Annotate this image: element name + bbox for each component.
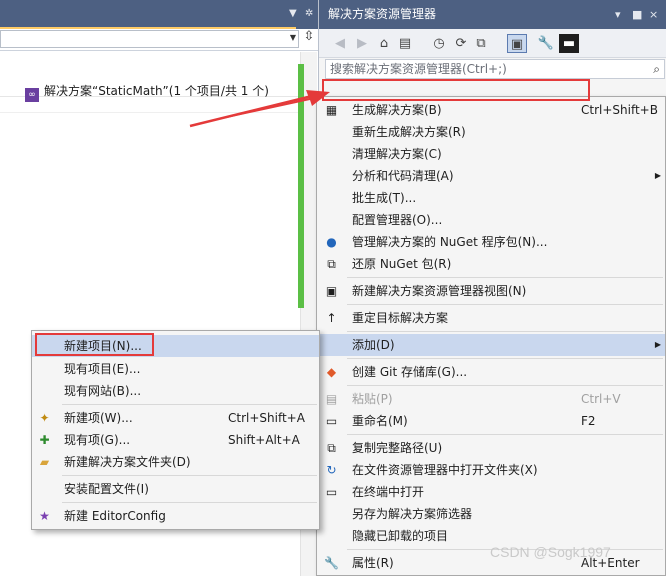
new-view-icon: ▣	[325, 284, 338, 298]
menu-separator	[62, 502, 317, 503]
pending-changes-icon[interactable]: ◷	[429, 34, 449, 53]
menu-item-add[interactable]: 添加(D) ▶	[317, 334, 665, 356]
submenu-item-install-config[interactable]: 安装配置文件(I)	[32, 478, 319, 500]
wrench-icon[interactable]: 🔧	[536, 34, 556, 53]
menu-separator	[347, 434, 663, 435]
menu-separator	[347, 331, 663, 332]
watermark: CSDN @Sogk1997	[490, 544, 611, 560]
submenu-item-existing-website[interactable]: 现有网站(B)...	[32, 380, 319, 402]
annotation-highlight-new-project	[35, 333, 154, 356]
restore-icon: ⧉	[327, 257, 336, 271]
collapse-all-icon[interactable]: ⧉	[471, 34, 491, 53]
folder-icon: ▰	[39, 455, 50, 469]
menu-item-retarget-solution[interactable]: ↑ 重定目标解决方案	[317, 307, 665, 329]
menu-item-new-explorer-view[interactable]: ▣ 新建解决方案资源管理器视图(N)	[317, 280, 665, 302]
new-item-icon: ✦	[39, 411, 50, 425]
show-all-files-icon[interactable]: ▣	[507, 34, 527, 53]
solution-explorer-title: 解决方案资源管理器	[328, 7, 437, 21]
annotation-highlight-solution	[322, 79, 590, 101]
menu-separator	[347, 385, 663, 386]
menu-separator	[62, 475, 317, 476]
editorconfig-icon: ★	[39, 509, 50, 523]
chevron-down-icon: ▼	[289, 33, 296, 42]
menu-item-copy-full-path[interactable]: ⧉ 复制完整路径(U)	[317, 437, 665, 459]
menu-item-paste[interactable]: ▤ 粘贴(P) Ctrl+V	[317, 388, 665, 410]
git-icon: ◆	[326, 365, 337, 379]
wrench-icon: 🔧	[324, 556, 339, 570]
menu-separator	[347, 277, 663, 278]
solution-explorer-toolbar: ◀ ▶ ⌂ ▤ ◷ ⟳ ⧉ ▣ 🔧 ▬	[319, 29, 666, 58]
forward-icon[interactable]: ▶	[352, 34, 372, 53]
solution-root-node[interactable]: ∞ 解决方案“StaticMath”(1 个项目/共 1 个)	[25, 82, 269, 102]
preview-icon[interactable]: ▬	[559, 34, 579, 53]
existing-item-icon: ✚	[39, 433, 50, 447]
menu-item-open-in-terminal[interactable]: ▭ 在终端中打开	[317, 481, 665, 503]
menu-item-clean-solution[interactable]: 清理解决方案(C)	[317, 143, 665, 165]
retarget-icon: ↑	[326, 311, 337, 325]
submenu-item-new-editorconfig[interactable]: ★ 新建 EditorConfig	[32, 505, 319, 527]
menu-item-create-git-repo[interactable]: ◆ 创建 Git 存储库(G)...	[317, 361, 665, 383]
menu-item-open-in-explorer[interactable]: ↻ 在文件资源管理器中打开文件夹(X)	[317, 459, 665, 481]
submenu-item-existing-item[interactable]: ✚ 现有项(G)... Shift+Alt+A	[32, 429, 319, 451]
submenu-arrow-icon: ▶	[654, 340, 661, 349]
change-tracking-bar	[298, 64, 304, 308]
menu-item-batch-build[interactable]: 批生成(T)...	[317, 187, 665, 209]
menu-item-manage-nuget[interactable]: ● 管理解决方案的 NuGet 程序包(N)...	[317, 231, 665, 253]
submenu-item-existing-project[interactable]: 现有项目(E)...	[32, 358, 319, 380]
menu-separator	[347, 358, 663, 359]
home-icon[interactable]: ⌂	[374, 34, 394, 53]
switch-views-icon[interactable]: ▤	[395, 34, 415, 53]
back-icon[interactable]: ◀	[330, 34, 350, 53]
search-icon[interactable]: ⌕	[653, 60, 660, 78]
menu-item-rebuild-solution[interactable]: 重新生成解决方案(R)	[317, 121, 665, 143]
paste-icon: ▤	[325, 392, 338, 406]
submenu-arrow-icon: ▶	[654, 171, 661, 180]
solution-context-menu: ▦ 生成解决方案(B) Ctrl+Shift+B 重新生成解决方案(R) 清理解…	[316, 96, 666, 576]
submenu-item-new-solution-folder[interactable]: ▰ 新建解决方案文件夹(D)	[32, 451, 319, 473]
split-editor-icon[interactable]: ⇳	[300, 29, 318, 51]
refresh-folder-icon: ↻	[326, 463, 337, 477]
solution-explorer-title-bar: 解决方案资源管理器 ▾ ■ ×	[319, 0, 666, 29]
editor-title-bar: ▼ ✲	[0, 0, 318, 29]
menu-item-rename[interactable]: ▭ 重命名(M) F2	[317, 410, 665, 432]
solution-icon: ∞	[25, 88, 39, 102]
menu-item-analyze-cleanup[interactable]: 分析和代码清理(A) ▶	[317, 165, 665, 187]
menu-item-config-manager[interactable]: 配置管理器(O)...	[317, 209, 665, 231]
solution-root-label: 解决方案“StaticMath”(1 个项目/共 1 个)	[44, 84, 269, 98]
pin-icon[interactable]: ■	[632, 0, 642, 29]
sync-icon[interactable]: ⟳	[451, 34, 471, 53]
editor-line	[0, 112, 299, 113]
close-icon[interactable]: ×	[649, 0, 658, 29]
add-submenu: 新建项目(N)... 现有项目(E)... 现有网站(B)... ✦ 新建项(W…	[31, 330, 320, 530]
gear-icon[interactable]: ✲	[305, 8, 313, 19]
dropdown-arrow-icon[interactable]: ▼	[289, 8, 297, 19]
search-input[interactable]: 搜索解决方案资源管理器(Ctrl+;) ⌕	[325, 59, 665, 79]
nuget-icon: ●	[326, 235, 337, 249]
menu-item-save-as-filter[interactable]: 另存为解决方案筛选器	[317, 503, 665, 525]
build-icon: ▦	[325, 103, 338, 117]
search-placeholder: 搜索解决方案资源管理器(Ctrl+;)	[330, 62, 507, 76]
member-dropdown[interactable]: ▼	[0, 30, 299, 48]
menu-separator	[347, 304, 663, 305]
rename-icon: ▭	[325, 414, 338, 428]
menu-separator	[62, 404, 317, 405]
terminal-icon: ▭	[325, 485, 338, 499]
menu-item-restore-nuget[interactable]: ⧉ 还原 NuGet 包(R)	[317, 253, 665, 275]
window-position-icon[interactable]: ▾	[615, 0, 621, 29]
submenu-item-new-item[interactable]: ✦ 新建项(W)... Ctrl+Shift+A	[32, 407, 319, 429]
copy-icon: ⧉	[327, 441, 336, 455]
menu-item-build-solution[interactable]: ▦ 生成解决方案(B) Ctrl+Shift+B	[317, 99, 665, 121]
